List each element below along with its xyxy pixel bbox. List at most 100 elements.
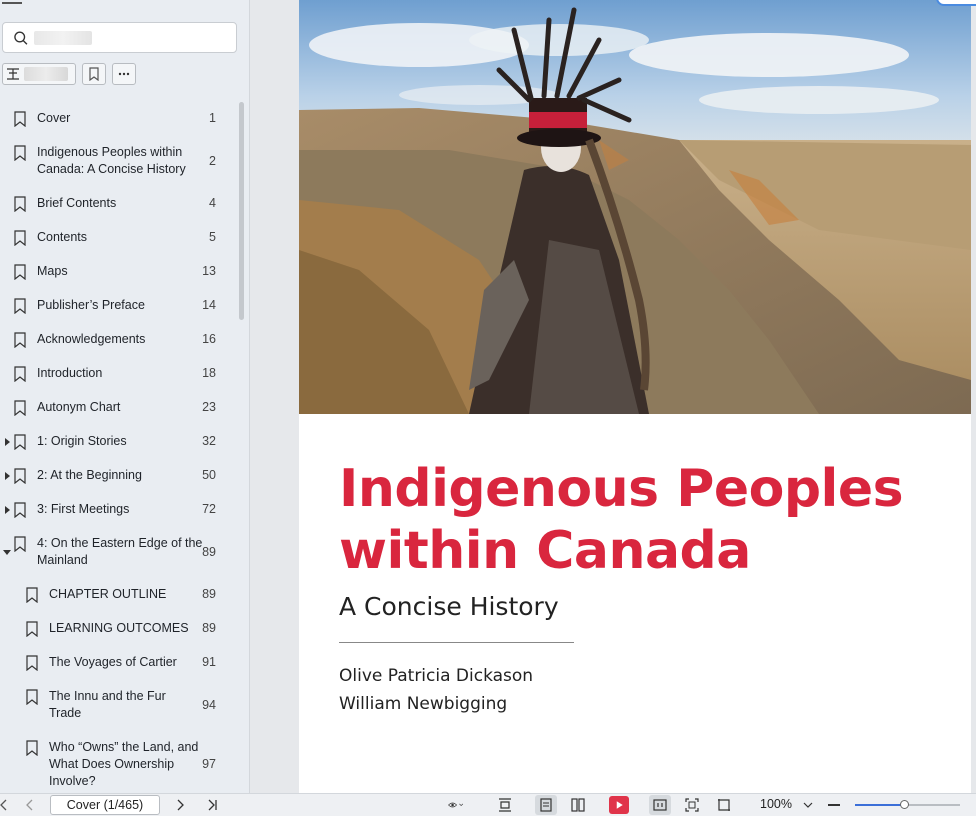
toc-subitem[interactable]: The Innu and the Fur Trade 94 [0, 688, 238, 722]
bookmark-icon [14, 298, 26, 314]
bookmark-icon [14, 145, 26, 161]
toc-item[interactable]: Introduction 18 [0, 365, 238, 382]
crop-button[interactable] [716, 797, 732, 813]
toc-subitem[interactable]: CHAPTER OUTLINE 89 [0, 586, 238, 603]
toc-item[interactable]: 3: First Meetings 72 [0, 501, 238, 518]
document-viewport[interactable]: Indigenous Peoples within Canada A Conci… [251, 0, 976, 793]
toc-item-page: 91 [202, 655, 216, 669]
more-icon [118, 72, 130, 76]
bookmark-icon [26, 621, 38, 637]
zoom-slider-knob[interactable] [900, 800, 910, 809]
caret-right-icon[interactable] [3, 505, 11, 514]
bookmark-icon [26, 587, 38, 603]
actual-size-button[interactable] [652, 797, 668, 813]
bookmark-icon [14, 400, 26, 416]
book-subtitle: A Concise History [339, 592, 559, 621]
bookmark-icon [26, 740, 38, 756]
fit-page-icon [685, 798, 699, 812]
two-page-icon [571, 798, 585, 812]
toc-item-page: 89 [202, 621, 216, 635]
toc-item-label: Cover [37, 111, 71, 125]
toc-item-label: The Innu and the Fur Trade [49, 689, 166, 720]
toc-item[interactable]: Maps 13 [0, 263, 238, 280]
author-2: William Newbigging [339, 694, 508, 714]
visibility-menu-button[interactable] [442, 797, 470, 813]
toc-item-label: 1: Origin Stories [37, 434, 127, 448]
toc-scrollbar[interactable] [239, 102, 244, 320]
bookmark-icon [89, 67, 99, 81]
caret-down-icon[interactable] [3, 548, 11, 556]
previous-page-button[interactable] [22, 797, 38, 813]
toc-item[interactable]: Indigenous Peoples within Canada: A Conc… [0, 144, 238, 178]
caret-right-icon[interactable] [3, 437, 11, 446]
toc-item[interactable]: 2: At the Beginning 50 [0, 467, 238, 484]
zoom-slider[interactable] [855, 800, 960, 809]
toc-item-label: LEARNING OUTCOMES [49, 621, 189, 635]
toc-sidebar: Cover 1 Indigenous Peoples within Canada: … [0, 0, 250, 793]
search-input[interactable] [96, 30, 236, 45]
page-indicator[interactable]: Cover (1/465) [50, 795, 160, 815]
chevron-down-icon [803, 802, 813, 808]
slideshow-button[interactable] [609, 796, 629, 814]
zoom-slider-fill [855, 804, 906, 806]
chevron-left-icon [26, 799, 33, 811]
single-page-button[interactable] [538, 797, 554, 813]
bookmark-icon [26, 655, 38, 671]
last-page-button[interactable] [204, 797, 220, 813]
toc-item-label: Who “Owns” the Land, and What Does Owner… [49, 740, 199, 788]
toc-item[interactable]: Contents 5 [0, 229, 238, 246]
toc-item[interactable]: Publisher’s Preface 14 [0, 297, 238, 314]
toc-item-label: The Voyages of Cartier [49, 655, 177, 669]
toc-item[interactable]: 1: Origin Stories 32 [0, 433, 238, 450]
book-title: Indigenous Peoples within Canada [339, 459, 904, 581]
toc-item-page: 94 [202, 697, 216, 712]
caret-right-icon[interactable] [3, 471, 11, 480]
zoom-out-button[interactable] [828, 804, 840, 806]
play-icon [616, 801, 623, 809]
top-right-control-edge[interactable] [936, 0, 976, 6]
search-box[interactable] [2, 22, 237, 53]
toc-item[interactable]: Cover 1 [0, 110, 238, 127]
toc-subitem[interactable]: Who “Owns” the Land, and What Does Owner… [0, 739, 238, 790]
toc-view-button[interactable] [2, 63, 76, 85]
bookmark-view-button[interactable] [82, 63, 106, 85]
toc-item-label: Publisher’s Preface [37, 298, 145, 312]
toc-item-page: 14 [202, 298, 216, 312]
toc-item-label: Contents [37, 230, 88, 244]
next-page-button[interactable] [172, 797, 188, 813]
fit-page-button[interactable] [684, 797, 700, 813]
toc-item[interactable]: 4: On the Eastern Edge of the Mainland 89 [0, 535, 238, 569]
bookmark-icon [14, 434, 26, 450]
bookmark-icon [14, 366, 26, 382]
more-options-button[interactable] [112, 63, 136, 85]
toc-item[interactable]: Brief Contents 4 [0, 195, 238, 212]
sidebar-toolbar [2, 62, 136, 86]
title-divider [339, 642, 574, 643]
bookmark-icon [14, 196, 26, 212]
cover-photo [299, 0, 971, 414]
toc-subitem[interactable]: The Voyages of Cartier 91 [0, 654, 238, 671]
toc-item-label: 4: On the Eastern Edge of the Mainland [37, 536, 203, 567]
toc-item-page: 5 [209, 230, 216, 244]
fit-width-button[interactable] [497, 797, 513, 813]
toc-item-page: 16 [202, 332, 216, 346]
bottom-toolbar: Cover (1/465) 100% [0, 793, 976, 816]
zoom-level[interactable]: 100% [760, 797, 792, 811]
toc-item-page: 13 [202, 264, 216, 278]
toc-item[interactable]: Acknowledgements 16 [0, 331, 238, 348]
cover-page: Indigenous Peoples within Canada A Conci… [299, 0, 971, 793]
zoom-dropdown-button[interactable] [800, 797, 816, 813]
two-page-button[interactable] [570, 797, 586, 813]
toc-item-label: Indigenous Peoples within Canada: A Conc… [37, 145, 186, 176]
toc-item[interactable]: Autonym Chart 23 [0, 399, 238, 416]
toc-item-page: 2 [209, 153, 216, 168]
toc-subitem[interactable]: LEARNING OUTCOMES 89 [0, 620, 238, 637]
bookmark-icon [14, 264, 26, 280]
first-page-button[interactable] [0, 797, 12, 813]
first-page-icon [0, 799, 7, 811]
toc-item-label: Autonym Chart [37, 400, 121, 414]
last-page-icon [208, 799, 217, 811]
toc-item-label: Brief Contents [37, 196, 117, 210]
eye-icon [448, 802, 464, 808]
search-icon [14, 31, 28, 45]
